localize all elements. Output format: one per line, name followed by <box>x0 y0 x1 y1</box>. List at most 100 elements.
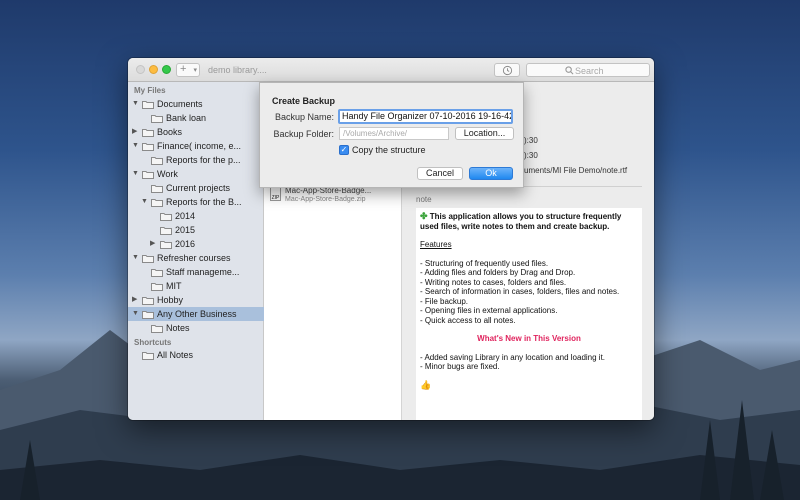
sidebar-item-2015[interactable]: 2015 <box>128 223 264 237</box>
feature-line: - Quick access to all notes. <box>420 315 516 325</box>
folder-icon <box>142 351 154 360</box>
sidebar-item-mit[interactable]: MIT <box>128 279 264 293</box>
sidebar-item-label: Staff manageme... <box>166 267 240 277</box>
search-placeholder: Search <box>575 66 604 76</box>
sidebar-item-label: Books <box>157 127 183 137</box>
copy-structure-label: Copy the structure <box>352 145 426 155</box>
list-item[interactable]: ZIP Mac-App-Store-Badge... Mac-App-Store… <box>270 186 398 210</box>
sidebar-item-work[interactable]: ▼ Work <box>128 167 264 181</box>
sidebar-section-my-files: My Files <box>134 86 166 95</box>
sidebar-item-label: 2014 <box>175 211 196 221</box>
backup-folder-input[interactable]: /Volumes/Archive/ <box>339 127 449 140</box>
disclosure-expanded-icon[interactable]: ▼ <box>132 251 140 265</box>
chevron-down-icon: ▾ <box>193 67 197 74</box>
note-label: note <box>416 195 432 204</box>
sidebar-item-label: Hobby <box>157 295 184 305</box>
sidebar-item-label: Bank loan <box>166 113 207 123</box>
sidebar-section-shortcuts: Shortcuts <box>134 338 172 347</box>
backup-name-input[interactable]: Handy File Organizer 07-10-2016 19-16-42 <box>338 109 513 124</box>
sidebar-item-label: 2016 <box>175 239 196 249</box>
sidebar-item-bank-loan[interactable]: Bank loan <box>128 111 264 125</box>
add-button[interactable]: + ▾ <box>176 63 200 77</box>
minimize-window-button[interactable] <box>149 65 158 74</box>
sidebar-item-label: Refresher courses <box>157 253 231 263</box>
history-button[interactable] <box>494 63 520 77</box>
folder-icon <box>151 324 163 333</box>
sidebar-item-label: Documents <box>157 99 203 109</box>
close-window-button[interactable] <box>136 65 145 74</box>
features-heading: Features <box>420 240 452 249</box>
whats-new-line: - Minor bugs are fixed. <box>420 362 500 371</box>
sidebar-item-refresher-courses[interactable]: ▼ Refresher courses <box>128 251 264 265</box>
disclosure-expanded-icon[interactable]: ▼ <box>132 307 140 321</box>
app-window: + ▾ demo library.... Search My Files ▼ Do… <box>128 58 654 420</box>
sidebar-item-label: Reports for the p... <box>166 155 241 165</box>
disclosure-collapsed-icon[interactable]: ▶ <box>150 237 158 251</box>
zoom-window-button[interactable] <box>162 65 171 74</box>
folder-icon <box>151 156 163 165</box>
sidebar: My Files ▼ Documents Bank loan ▶ Books ▼… <box>128 82 264 420</box>
folder-icon <box>160 240 172 249</box>
disclosure-expanded-icon[interactable]: ▼ <box>132 97 140 111</box>
disclosure-collapsed-icon[interactable]: ▶ <box>132 293 140 307</box>
folder-icon <box>151 282 163 291</box>
folder-icon <box>160 226 172 235</box>
folder-icon <box>160 212 172 221</box>
sidebar-item-label: Any Other Business <box>157 309 237 319</box>
note-intro: ✤ This application allows you to structu… <box>420 211 622 231</box>
disclosure-expanded-icon[interactable]: ▼ <box>141 195 149 209</box>
search-field[interactable]: Search <box>526 63 650 77</box>
folder-icon <box>142 254 154 263</box>
feature-line: - Structuring of frequently used files. <box>420 258 549 268</box>
dialog-title: Create Backup <box>272 96 336 106</box>
clock-icon <box>502 65 513 76</box>
sidebar-item-notes[interactable]: Notes <box>128 321 264 335</box>
window-title: demo library.... <box>208 65 267 75</box>
disclosure-expanded-icon[interactable]: ▼ <box>132 167 140 181</box>
folder-icon <box>142 128 154 137</box>
sidebar-item-2014[interactable]: 2014 <box>128 209 264 223</box>
disclosure-collapsed-icon[interactable]: ▶ <box>132 125 140 139</box>
folder-icon <box>142 310 154 319</box>
feature-line: - Adding files and folders by Drag and D… <box>420 268 576 277</box>
disclosure-expanded-icon[interactable]: ▼ <box>132 139 140 153</box>
folder-icon <box>151 114 163 123</box>
sidebar-item-label: Finance( income, e... <box>157 141 242 151</box>
folder-icon <box>142 170 154 179</box>
copy-structure-checkbox[interactable]: ✓ <box>339 145 349 155</box>
sidebar-item-label: Reports for the B... <box>166 197 242 207</box>
sidebar-item-documents[interactable]: ▼ Documents <box>128 97 264 111</box>
sidebar-item-staff-management[interactable]: Staff manageme... <box>128 265 264 279</box>
title-bar: + ▾ demo library.... Search <box>128 58 654 82</box>
folder-icon <box>142 100 154 109</box>
sidebar-item-hobby[interactable]: ▶ Hobby <box>128 293 264 307</box>
sidebar-item-all-notes[interactable]: All Notes <box>128 348 264 362</box>
plus-icon: + <box>180 63 187 75</box>
sidebar-item-books[interactable]: ▶ Books <box>128 125 264 139</box>
whats-new-heading: What's New in This Version <box>477 334 581 343</box>
sidebar-item-reports-for-the-b[interactable]: ▼ Reports for the B... <box>128 195 264 209</box>
note-editor[interactable]: ✤ This application allows you to structu… <box>416 208 642 420</box>
folder-icon <box>151 198 163 207</box>
create-backup-dialog: Create Backup Backup Name: Handy File Or… <box>259 82 524 188</box>
meta-time: ):30 <box>524 136 538 145</box>
backup-folder-label: Backup Folder: <box>273 129 334 139</box>
file-subtitle: Mac-App-Store-Badge.zip <box>285 196 366 203</box>
sidebar-item-current-projects[interactable]: Current projects <box>128 181 264 195</box>
cancel-button[interactable]: Cancel <box>417 167 463 180</box>
whats-new-line: - Added saving Library in any location a… <box>420 352 606 362</box>
feature-line: - Writing notes to cases, folders and fi… <box>420 277 567 287</box>
sidebar-item-label: 2015 <box>175 225 196 235</box>
sidebar-item-reports-for-the-p[interactable]: Reports for the p... <box>128 153 264 167</box>
folder-icon <box>151 268 163 277</box>
ok-button[interactable]: Ok <box>469 167 513 180</box>
sidebar-item-any-other-business[interactable]: ▼ Any Other Business <box>128 307 264 321</box>
sidebar-item-label: Current projects <box>166 183 231 193</box>
sidebar-item-label: Notes <box>166 323 190 333</box>
sidebar-item-finance[interactable]: ▼ Finance( income, e... <box>128 139 264 153</box>
feature-line: - Opening files in external applications… <box>420 306 558 315</box>
zip-file-icon: ZIP <box>270 187 281 201</box>
location-button[interactable]: Location... <box>455 127 514 140</box>
sidebar-item-2016[interactable]: ▶ 2016 <box>128 237 264 251</box>
feature-line: - File backup. <box>420 296 469 306</box>
